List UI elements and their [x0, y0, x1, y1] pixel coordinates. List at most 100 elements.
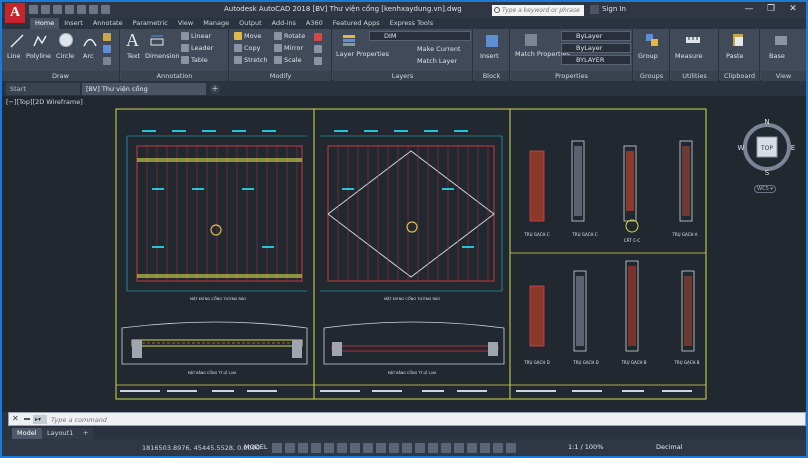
grid-icon[interactable] [272, 443, 282, 453]
base-button[interactable]: Base [769, 52, 785, 60]
panel-title-block[interactable]: Block [474, 71, 509, 81]
tab-view[interactable]: View [173, 18, 198, 29]
polyline-button[interactable]: Polyline [26, 52, 51, 60]
wcs-menu[interactable]: WCS ▾ [754, 185, 776, 193]
selection-filter-icon[interactable] [415, 443, 425, 453]
auto-scale-icon[interactable] [454, 443, 464, 453]
tab-a360[interactable]: A360 [301, 18, 328, 29]
new-tab-button[interactable]: + [210, 84, 220, 94]
panel-title-layers[interactable]: Layers [333, 71, 472, 81]
customize-icon[interactable] [23, 415, 31, 423]
command-input[interactable] [51, 414, 751, 425]
rectangle-icon[interactable] [103, 45, 111, 53]
tab-output[interactable]: Output [234, 18, 267, 29]
dimension-button[interactable]: Dimension [145, 52, 180, 60]
copy-button[interactable]: Copy [234, 44, 261, 52]
panel-title-draw[interactable]: Draw [2, 71, 119, 81]
tab-featured-apps[interactable]: Featured Apps [328, 18, 385, 29]
group-button[interactable]: Group [638, 52, 658, 60]
array-icon[interactable] [314, 57, 322, 65]
line-button[interactable]: Line [7, 52, 21, 60]
3d-osnap-icon[interactable] [389, 443, 399, 453]
tab-layout1[interactable]: Layout1 [42, 428, 79, 439]
new-icon[interactable] [29, 5, 38, 14]
close-command-icon[interactable]: ✕ [12, 414, 19, 423]
hatch-icon[interactable] [103, 33, 111, 41]
scale-button[interactable]: Scale [274, 56, 302, 64]
arc-button[interactable]: Arc [83, 52, 94, 60]
save-as-icon[interactable] [65, 5, 74, 14]
annotation-scale[interactable]: 1:1 / 100% [568, 443, 603, 451]
panel-title-utilities[interactable]: Utilities [671, 71, 718, 81]
panel-title-view[interactable]: View [761, 71, 806, 81]
match-layer-button[interactable]: Match Layer [417, 57, 457, 65]
snap-icon[interactable] [285, 443, 295, 453]
recent-commands-icon[interactable]: ▸▾ [33, 415, 47, 424]
units-icon[interactable] [506, 443, 516, 453]
osnap-icon[interactable] [324, 443, 334, 453]
gradient-icon[interactable] [103, 57, 111, 65]
maximize-button[interactable]: ❐ [760, 2, 782, 18]
tab-parametric[interactable]: Parametric [128, 18, 173, 29]
tab-add-ins[interactable]: Add-ins [267, 18, 301, 29]
panel-title-groups[interactable]: Groups [634, 71, 669, 81]
print-icon[interactable] [77, 5, 86, 14]
linear-button[interactable]: Linear [181, 32, 211, 40]
search-input[interactable]: Type a keyword or phrase [492, 5, 584, 16]
undo-icon[interactable] [89, 5, 98, 14]
transparency-icon[interactable] [363, 443, 373, 453]
save-icon[interactable] [53, 5, 62, 14]
user-icon[interactable] [590, 5, 599, 14]
workspace-icon[interactable] [480, 443, 490, 453]
tab-insert[interactable]: Insert [59, 18, 88, 29]
viewcube[interactable]: TOP N S E W [737, 117, 797, 177]
tab-express-tools[interactable]: Express Tools [385, 18, 438, 29]
erase-icon[interactable] [314, 33, 322, 41]
tab-annotate[interactable]: Annotate [88, 18, 128, 29]
file-tab-drawing[interactable]: [BV] Thư viện cổng [kenhxaydung.vn]* [82, 83, 206, 105]
minimize-button[interactable]: — [738, 2, 760, 18]
close-button[interactable]: ✕ [782, 2, 804, 18]
redo-icon[interactable] [101, 5, 110, 14]
color-combo[interactable]: ByLayer [561, 31, 631, 41]
paste-button[interactable]: Paste [726, 52, 744, 60]
layer-properties-button[interactable]: Layer Properties [336, 50, 389, 58]
gizmo-icon[interactable] [428, 443, 438, 453]
autocad-logo[interactable]: A [5, 3, 25, 23]
open-icon[interactable] [41, 5, 50, 14]
panel-title-annotation[interactable]: Annotation [121, 71, 228, 81]
coordinates-readout[interactable]: 1816503.8976, 45445.5528, 0.0000 [142, 444, 260, 452]
sign-in-button[interactable]: Sign In [602, 5, 626, 13]
insert-button[interactable]: Insert [480, 52, 499, 60]
layer-combo[interactable]: DIM [369, 31, 471, 41]
tab-model[interactable]: Model [12, 428, 42, 439]
tab-home[interactable]: Home [30, 18, 60, 29]
rotate-button[interactable]: Rotate [274, 32, 305, 40]
mirror-button[interactable]: Mirror [274, 44, 303, 52]
drawing-content[interactable]: MẶT ĐỨNG CỔNG TƯỜNG RÀO MẶT BẰNG CỔNG TỶ… [2, 96, 806, 412]
measure-button[interactable]: Measure [675, 52, 703, 60]
dynamic-ucs-icon[interactable] [402, 443, 412, 453]
lineweight-icon[interactable] [350, 443, 360, 453]
panel-title-modify[interactable]: Modify [230, 71, 331, 81]
ortho-icon[interactable] [298, 443, 308, 453]
otrack-icon[interactable] [337, 443, 347, 453]
file-tab-start[interactable]: Start [6, 83, 80, 95]
circle-button[interactable]: Circle [56, 52, 74, 60]
selection-cycling-icon[interactable] [376, 443, 386, 453]
leader-button[interactable]: Leader [181, 44, 213, 52]
lineweight-combo[interactable]: BYLAYER [561, 55, 631, 65]
move-button[interactable]: Move [234, 32, 261, 40]
polar-icon[interactable] [311, 443, 321, 453]
add-layout-button[interactable]: + [78, 428, 94, 439]
linetype-combo[interactable]: ByLayer [561, 43, 631, 53]
tab-manage[interactable]: Manage [198, 18, 234, 29]
units-display[interactable]: Decimal [656, 443, 683, 451]
annotation-scale-icon[interactable] [467, 443, 477, 453]
stretch-button[interactable]: Stretch [234, 56, 267, 64]
panel-title-properties[interactable]: Properties [511, 71, 632, 81]
annotation-visibility-icon[interactable] [441, 443, 451, 453]
trim-icon[interactable] [314, 45, 322, 53]
text-button[interactable]: Text [127, 52, 140, 60]
annotation-monitor-icon[interactable] [493, 443, 503, 453]
